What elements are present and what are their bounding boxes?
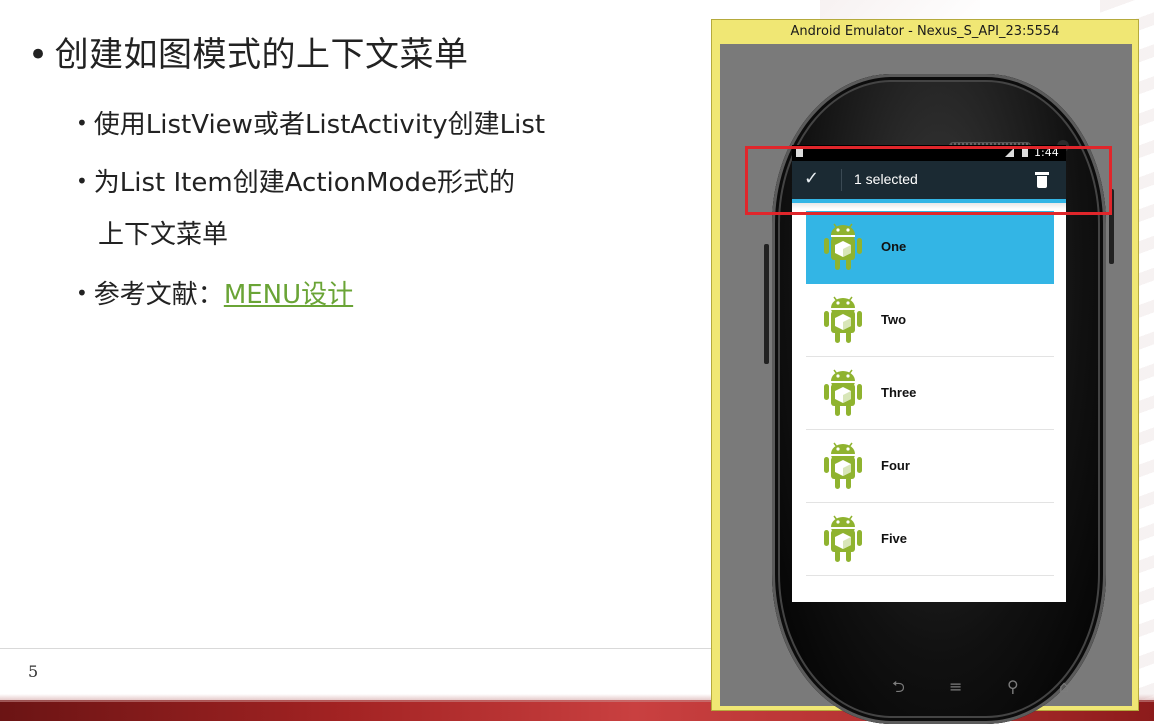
- bullet-sub-3: • 参考文献：MENU设计: [76, 274, 353, 311]
- search-icon[interactable]: ⚲: [1007, 678, 1019, 696]
- item-list: One Two Three Four Five: [806, 211, 1054, 576]
- android-icon: [824, 223, 862, 270]
- list-item-label: Three: [881, 385, 917, 400]
- bullet-dot: •: [76, 169, 88, 193]
- bullet-sub-2: • 为List Item创建ActionMode形式的: [76, 162, 515, 199]
- bullet-main-text: 创建如图模式的上下文菜单: [54, 35, 469, 75]
- list-item[interactable]: Five: [806, 503, 1054, 576]
- reference-label: 参考文献：: [93, 280, 224, 310]
- bullet-sub-1: • 使用ListView或者ListActivity创建List: [76, 104, 545, 141]
- list-item[interactable]: Two: [806, 284, 1054, 357]
- phone-side-button: [764, 244, 769, 364]
- navigation-bar: ⮌ ≡ ⚲ ⌂: [892, 678, 1092, 698]
- bullet-dot: •: [28, 35, 49, 75]
- android-icon: [824, 296, 862, 343]
- menu-icon[interactable]: ≡: [949, 678, 962, 696]
- reference-link[interactable]: MENU设计: [224, 280, 353, 310]
- list-item[interactable]: Three: [806, 357, 1054, 430]
- home-icon[interactable]: ⌂: [1059, 678, 1069, 696]
- page-number: 5: [28, 662, 39, 681]
- bullet-sub-1-text: 使用ListView或者ListActivity创建List: [93, 110, 546, 140]
- bullet-main: • 创建如图模式的上下文菜单: [28, 27, 469, 76]
- footer-divider: [0, 648, 712, 649]
- list-item-label: Two: [881, 312, 907, 327]
- bullet-sub-2-continuation: 上下文菜单: [98, 220, 229, 250]
- list-item-label: Five: [881, 531, 908, 546]
- list-item-label: Four: [881, 458, 910, 473]
- emulator-title: Android Emulator - Nexus_S_API_23:5554: [790, 24, 1060, 39]
- bullet-dot: •: [76, 111, 88, 135]
- list-item[interactable]: Four: [806, 430, 1054, 503]
- list-item-label: One: [881, 239, 907, 254]
- android-icon: [824, 515, 862, 562]
- list-item[interactable]: One: [806, 211, 1054, 284]
- highlight-box: [745, 146, 1112, 215]
- back-icon[interactable]: ⮌: [892, 678, 905, 696]
- android-icon: [824, 442, 862, 489]
- bullet-sub-2-text: 为List Item创建ActionMode形式的: [93, 168, 515, 198]
- android-icon: [824, 369, 862, 416]
- bullet-dot: •: [76, 281, 88, 305]
